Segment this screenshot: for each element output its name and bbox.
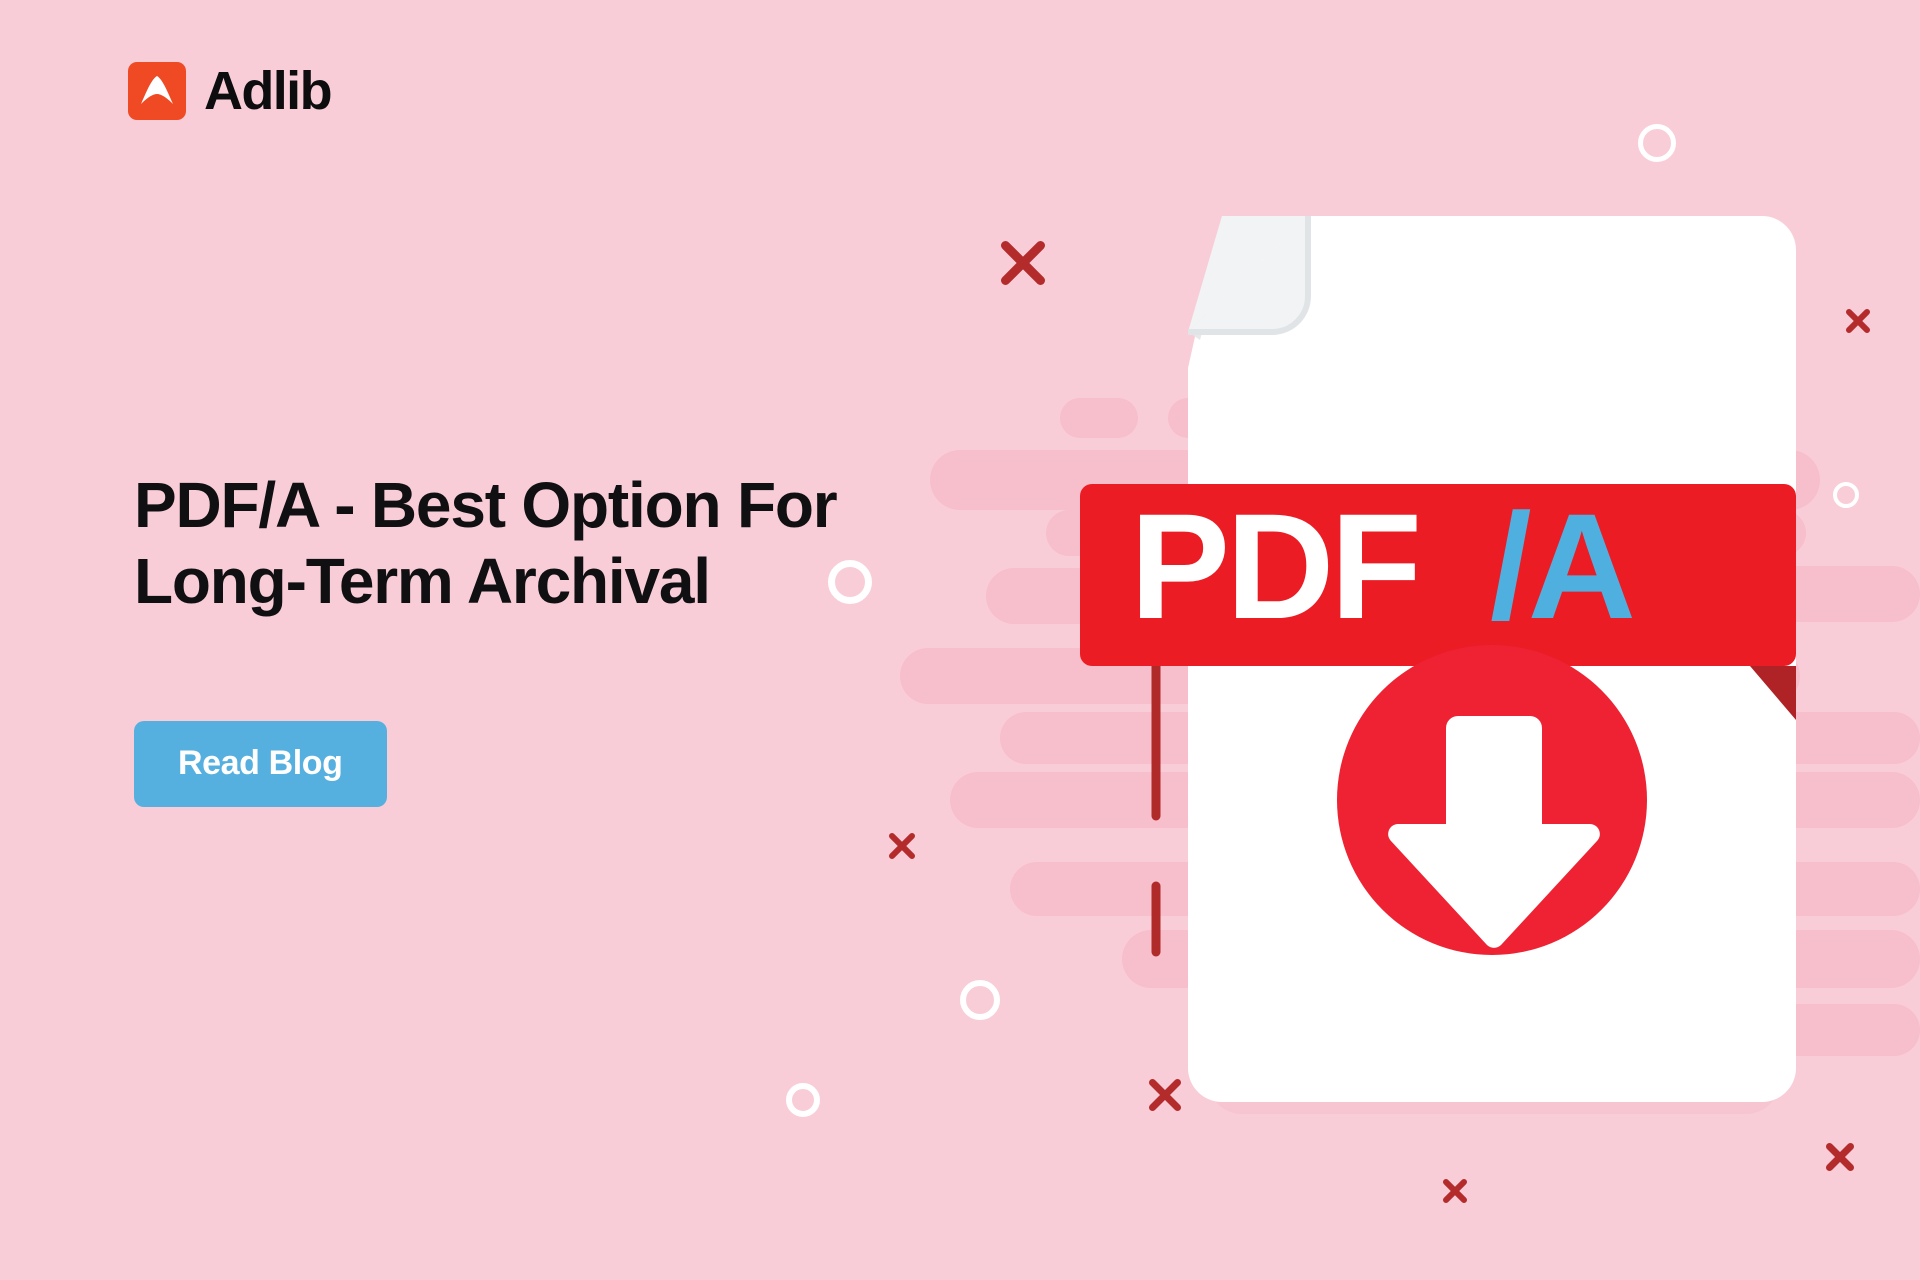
ring-3 (960, 980, 1000, 1020)
x-mark-5 (1442, 1178, 1468, 1204)
page-title: PDF/A - Best Option For Long-Term Archiv… (134, 469, 838, 617)
svg-text:/A: /A (1490, 482, 1633, 650)
read-blog-button[interactable]: Read Blog (134, 721, 387, 808)
hero-copy: PDF/A - Best Option For Long-Term Archiv… (134, 468, 1134, 808)
brand-logo[interactable]: Adlib (128, 61, 333, 121)
hero-banner: Adlib PDF/A - Best Option For Long-Term … (0, 0, 1920, 1280)
pdfa-document-illustration: PDF /A (1060, 180, 1920, 1220)
adlib-mountain-icon (128, 62, 186, 120)
ring-2 (1833, 482, 1859, 508)
x-mark-4 (1148, 1078, 1182, 1112)
x-mark-3 (888, 832, 916, 860)
x-mark-6 (1825, 1142, 1855, 1172)
x-mark-1 (1000, 240, 1046, 286)
brand-name: Adlib (204, 61, 333, 121)
svg-text:PDF: PDF (1130, 482, 1418, 650)
ring-4 (786, 1083, 820, 1117)
x-mark-2 (1845, 308, 1871, 334)
ring-1 (1638, 124, 1676, 162)
